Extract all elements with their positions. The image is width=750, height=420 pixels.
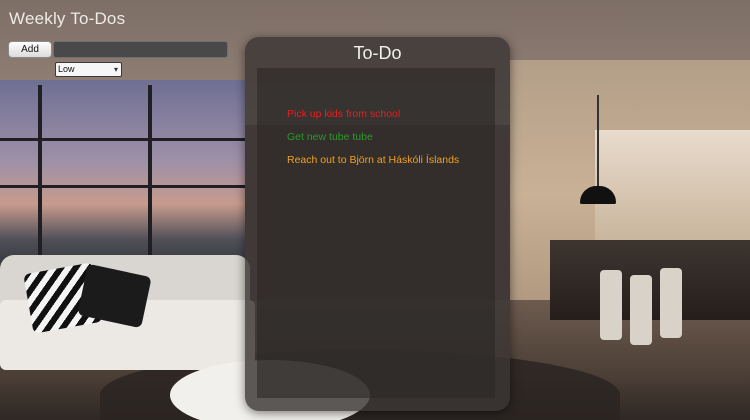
chevron-down-icon: ▾ xyxy=(113,65,118,74)
dining-chair xyxy=(630,275,652,345)
lamp-cord xyxy=(597,95,599,187)
window-mullion xyxy=(0,185,245,188)
page-title: Weekly To-Dos xyxy=(9,9,126,28)
todo-item[interactable]: Get new tube tube xyxy=(287,131,373,143)
todo-item[interactable]: Pick up kids from school xyxy=(287,108,400,120)
task-input[interactable] xyxy=(53,41,228,58)
window-mullion xyxy=(0,138,245,141)
kitchen-cabinets xyxy=(595,130,750,240)
todo-panel: To-Do Pick up kids from school Get new t… xyxy=(245,37,510,411)
panel-title: To-Do xyxy=(353,43,402,63)
todo-list: Pick up kids from school Get new tube tu… xyxy=(257,68,495,398)
window-wall xyxy=(0,80,245,280)
dining-chair xyxy=(660,268,682,338)
add-button[interactable]: Add xyxy=(8,41,52,58)
dining-chair xyxy=(600,270,622,340)
priority-select[interactable]: Low ▾ xyxy=(55,62,122,77)
todo-item[interactable]: Reach out to Björn at Háskóli Íslands xyxy=(287,154,459,166)
priority-select-value: Low xyxy=(58,64,75,74)
